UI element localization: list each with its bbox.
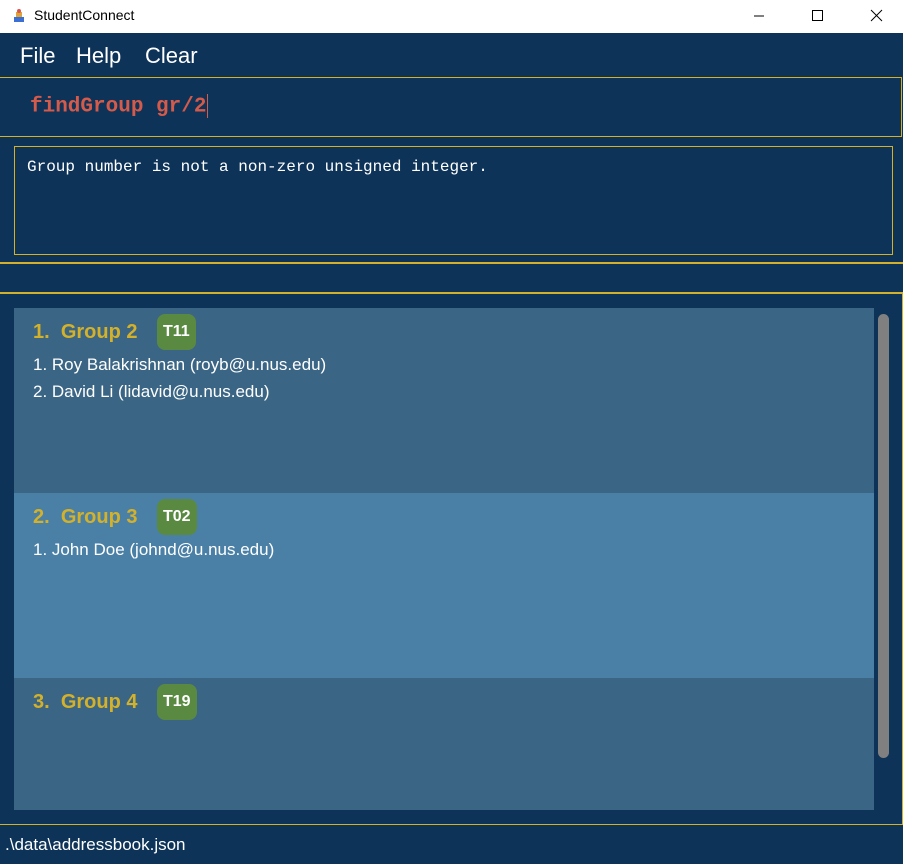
group-name: Group 4 bbox=[60, 691, 138, 713]
group-card[interactable]: 1. Group 2 T11 1. Roy Balakrishnan (royb… bbox=[14, 308, 874, 493]
window-title: StudentConnect bbox=[34, 7, 135, 23]
menu-bar: File Help Clear bbox=[0, 33, 903, 77]
menu-file[interactable]: File bbox=[20, 43, 55, 69]
command-input[interactable]: findGroup gr/2 bbox=[30, 94, 209, 119]
menu-help[interactable]: Help bbox=[76, 43, 121, 69]
result-display[interactable]: Group number is not a non-zero unsigned … bbox=[14, 146, 893, 255]
close-button[interactable] bbox=[846, 0, 903, 33]
maximize-icon bbox=[812, 10, 823, 21]
status-bar: .\data\addressbook.json bbox=[0, 824, 903, 864]
group-name: Group 2 bbox=[60, 321, 138, 343]
command-box[interactable]: findGroup gr/2 bbox=[0, 77, 902, 137]
group-member: 2. David Li (lidavid@u.nus.edu) bbox=[33, 382, 270, 401]
group-index: 1. bbox=[33, 321, 50, 343]
command-text: findGroup gr/2 bbox=[30, 95, 207, 119]
group-tag: T11 bbox=[157, 314, 196, 350]
group-index: 3. bbox=[33, 691, 50, 713]
group-header: 2. Group 3 bbox=[33, 506, 137, 529]
group-tag: T02 bbox=[157, 499, 197, 535]
app-icon bbox=[14, 9, 24, 22]
result-display-panel: Group number is not a non-zero unsigned … bbox=[0, 137, 903, 264]
maximize-button[interactable] bbox=[788, 0, 846, 33]
menu-clear[interactable]: Clear bbox=[145, 43, 198, 69]
group-header: 3. Group 4 bbox=[33, 691, 137, 714]
group-header: 1. Group 2 bbox=[33, 321, 137, 344]
group-card[interactable]: 2. Group 3 T02 1. John Doe (johnd@u.nus.… bbox=[14, 493, 874, 678]
save-location: .\data\addressbook.json bbox=[5, 835, 186, 854]
group-card[interactable]: 3. Group 4 T19 bbox=[14, 678, 874, 810]
group-index: 2. bbox=[33, 506, 50, 528]
group-member: 1. Roy Balakrishnan (royb@u.nus.edu) bbox=[33, 355, 327, 374]
group-list-panel: 1. Group 2 T11 1. Roy Balakrishnan (royb… bbox=[0, 294, 903, 824]
text-caret bbox=[207, 94, 209, 118]
result-message: Group number is not a non-zero unsigned … bbox=[27, 158, 488, 176]
group-tag: T19 bbox=[157, 684, 197, 720]
close-icon bbox=[870, 9, 883, 22]
group-member: 1. John Doe (johnd@u.nus.edu) bbox=[33, 540, 275, 559]
group-name: Group 3 bbox=[60, 506, 138, 528]
minimize-button[interactable] bbox=[730, 0, 788, 33]
title-bar: StudentConnect bbox=[0, 0, 903, 33]
divider-strip bbox=[0, 264, 903, 294]
list-scrollbar[interactable] bbox=[878, 314, 889, 758]
minimize-icon bbox=[754, 15, 764, 17]
